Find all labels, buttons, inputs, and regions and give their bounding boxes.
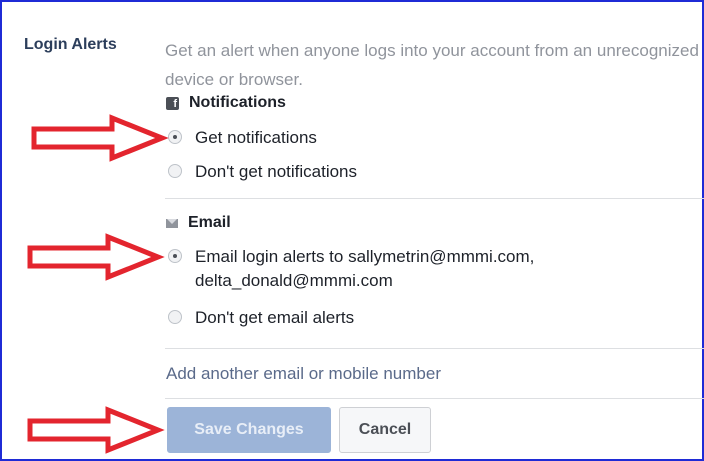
red-arrow-icon — [31, 114, 169, 162]
radio-label: Email login alerts to sallymetrin@mmmi.c… — [195, 245, 534, 293]
radio-button[interactable] — [168, 164, 182, 178]
email-alert-line-2: delta_donald@mmmi.com — [195, 271, 393, 290]
email-header-label: Email — [188, 214, 231, 231]
cancel-button[interactable]: Cancel — [339, 407, 431, 453]
radio-email-login-alerts[interactable]: Email login alerts to sallymetrin@mmmi.c… — [168, 245, 534, 293]
save-changes-button[interactable]: Save Changes — [167, 407, 331, 453]
radio-get-notifications[interactable]: Get notifications — [168, 126, 317, 150]
email-alert-line-1: Email login alerts to sallymetrin@mmmi.c… — [195, 247, 535, 266]
notifications-header: f Notifications — [166, 94, 286, 112]
notifications-header-label: Notifications — [189, 94, 286, 111]
section-description: Get an alert when anyone logs into your … — [165, 41, 699, 89]
radio-label: Don't get email alerts — [195, 308, 355, 327]
red-arrow-icon — [27, 406, 165, 454]
divider — [165, 348, 704, 349]
radio-button-checked[interactable] — [168, 249, 182, 263]
radio-dont-get-notifications[interactable]: Don't get notifications — [168, 160, 357, 184]
red-arrow-icon — [27, 233, 165, 281]
settings-panel: Login Alerts Get an alert when anyone lo… — [0, 0, 704, 461]
radio-label: Don't get notifications — [195, 162, 358, 181]
radio-dont-get-email-alerts[interactable]: Don't get email alerts — [168, 306, 354, 330]
envelope-icon — [166, 218, 178, 228]
radio-button-checked[interactable] — [168, 130, 182, 144]
email-header: Email — [166, 214, 231, 232]
facebook-icon: f — [166, 96, 179, 110]
divider — [165, 398, 704, 399]
divider — [165, 198, 704, 199]
add-email-or-mobile-link[interactable]: Add another email or mobile number — [166, 364, 441, 384]
radio-label: Get notifications — [195, 128, 317, 147]
radio-button[interactable] — [168, 310, 182, 324]
section-label: Login Alerts — [24, 36, 117, 53]
